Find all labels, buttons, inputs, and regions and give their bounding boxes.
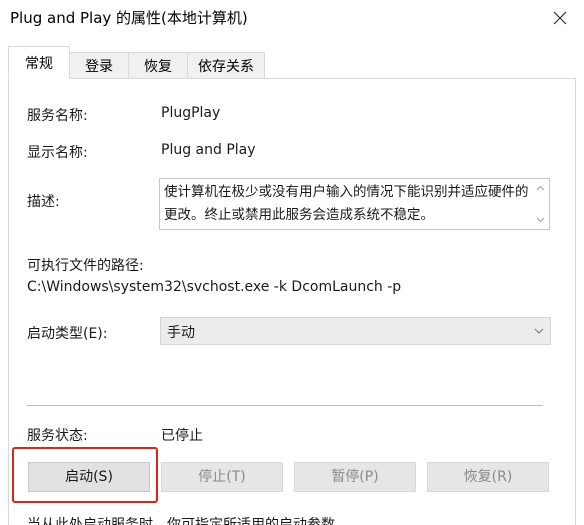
close-button[interactable] [540,4,580,32]
description-scrollbar[interactable] [532,179,549,229]
chevron-up-icon[interactable] [536,184,545,193]
window-title: Plug and Play 的属性(本地计算机) [10,9,248,27]
tab-dependencies[interactable]: 依存关系 [187,52,265,78]
stop-button[interactable]: 停止(T) [161,462,283,492]
tab-bar: 常规 登录 恢复 依存关系 [0,44,584,79]
chevron-down-icon [534,328,544,334]
tab-logon[interactable]: 登录 [69,52,129,78]
description-label: 描述: [27,194,60,210]
close-icon [553,11,567,25]
description-textbox[interactable]: 使计算机在极少或没有用户输入的情况下能识别并适应硬件的更改。终止或禁用此服务会造… [159,178,550,230]
exec-path-label: 可执行文件的路径: [27,258,144,274]
service-name-value: PlugPlay [161,105,221,121]
startup-type-value: 手动 [167,325,195,341]
display-name-label: 显示名称: [27,145,88,161]
divider [27,405,543,406]
description-text: 使计算机在极少或没有用户输入的情况下能识别并适应硬件的更改。终止或禁用此服务会造… [164,184,529,223]
tab-general[interactable]: 常规 [8,46,70,79]
startup-type-select[interactable]: 手动 [160,317,551,345]
pause-button[interactable]: 暂停(P) [294,462,416,492]
service-status-value: 已停止 [161,428,203,444]
chevron-down-icon[interactable] [536,215,545,224]
title-bar: Plug and Play 的属性(本地计算机) [0,0,584,36]
general-panel: 服务名称: PlugPlay 显示名称: Plug and Play 描述: 使… [8,78,576,525]
start-params-hint: 当从此处启动服务时，你可指定所适用的启动参数。 [27,517,349,525]
properties-dialog: Plug and Play 的属性(本地计算机) 常规 登录 恢复 依存关系 服… [0,0,584,525]
display-name-value: Plug and Play [161,142,256,158]
start-button[interactable]: 启动(S) [28,462,150,492]
service-name-label: 服务名称: [27,108,88,124]
exec-path-value: C:\Windows\system32\svchost.exe -k DcomL… [27,279,402,295]
service-status-label: 服务状态: [27,428,88,444]
startup-type-label: 启动类型(E): [27,326,108,342]
tab-recovery[interactable]: 恢复 [128,52,188,78]
resume-button[interactable]: 恢复(R) [427,462,549,492]
